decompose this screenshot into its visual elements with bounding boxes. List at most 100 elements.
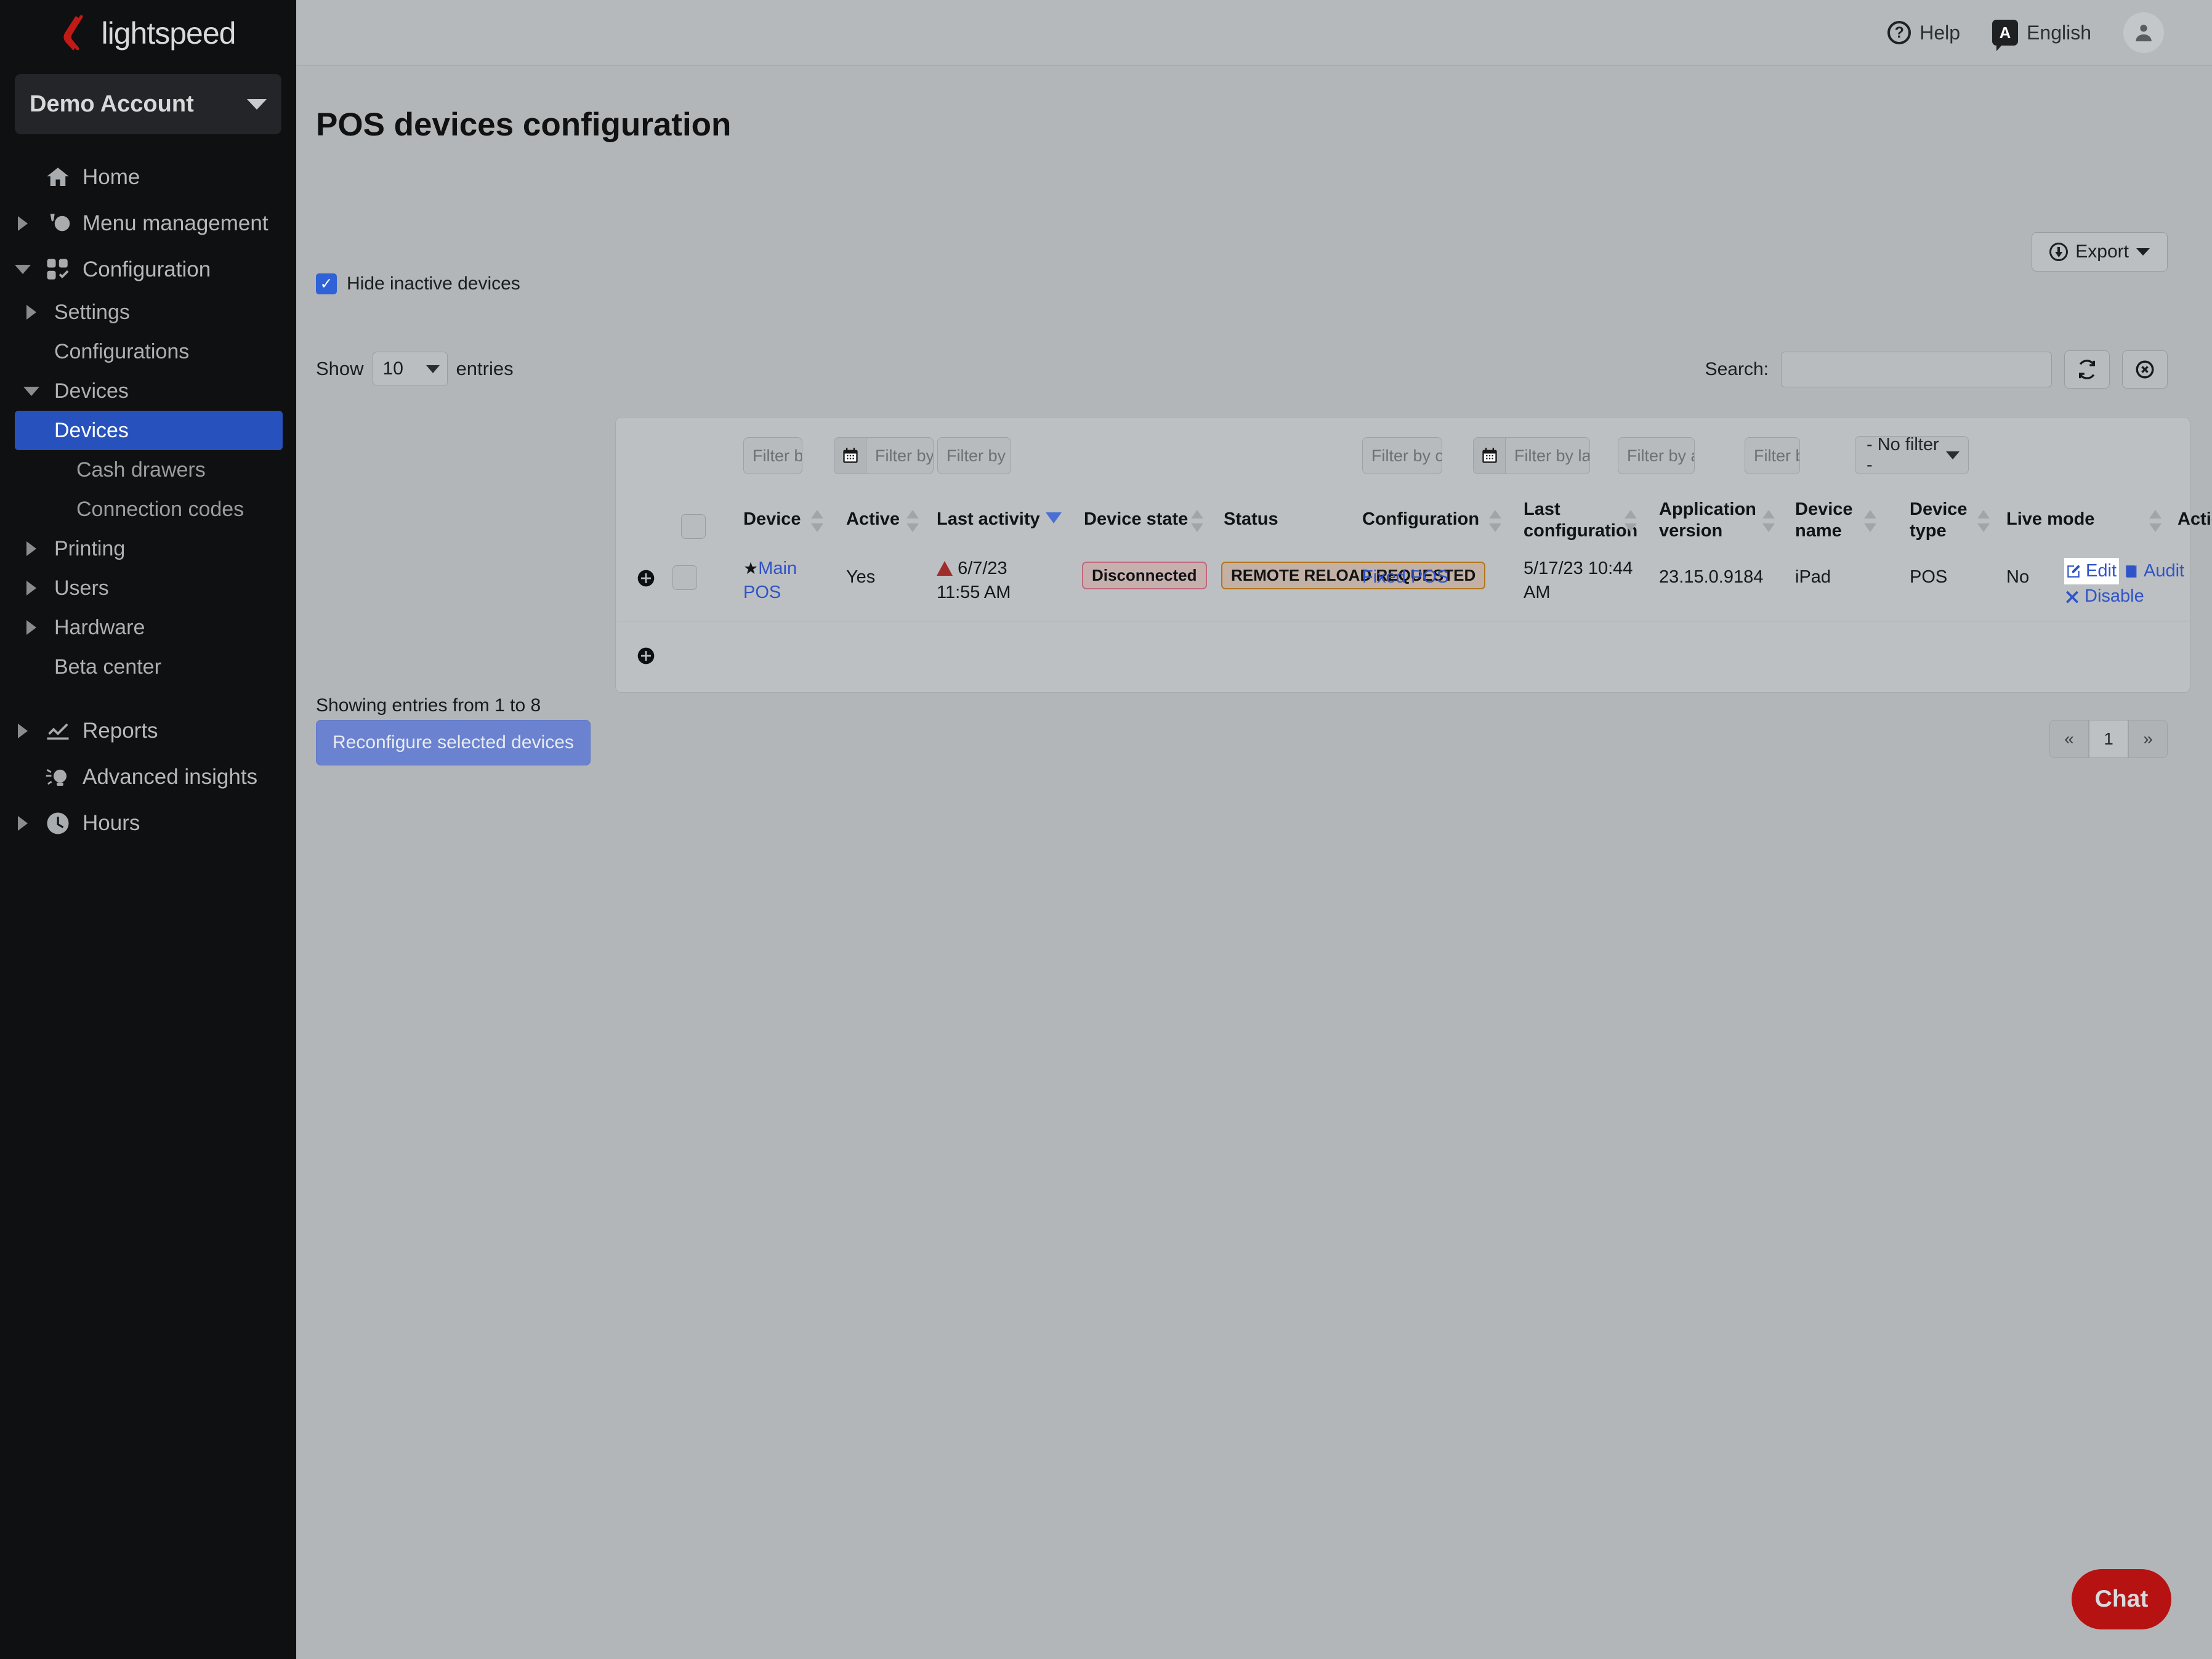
user-avatar-icon[interactable] <box>2123 12 2164 53</box>
filter-device-input[interactable]: Filter by device <box>743 437 802 474</box>
pagination-page-1[interactable]: 1 <box>2089 720 2128 758</box>
reports-icon <box>33 718 83 744</box>
hide-inactive-devices-toggle[interactable]: ✓ Hide inactive devices <box>316 273 520 294</box>
sort-active-icon[interactable] <box>906 510 919 532</box>
chevron-right-icon[interactable] <box>12 723 33 738</box>
sidebar-item-home[interactable]: Home <box>0 154 296 200</box>
column-header-device[interactable]: Device <box>743 509 801 530</box>
filter-last-configuration-input[interactable]: Filter by last configuration <box>1505 437 1590 474</box>
filter-last-configuration-group[interactable]: Filter by last configuration <box>1473 437 1590 474</box>
sidebar-item-cash-drawers[interactable]: Cash drawers <box>0 450 296 490</box>
sidebar-item-configurations[interactable]: Configurations <box>0 332 296 371</box>
sort-live-mode-icon[interactable] <box>2149 510 2162 532</box>
cell-device-name: iPad <box>1795 567 1831 587</box>
refresh-icon <box>2078 360 2096 379</box>
chevron-right-icon[interactable] <box>21 581 42 595</box>
cell-device-state: Disconnected <box>1082 562 1207 589</box>
column-header-last-activity[interactable]: Last activity <box>937 509 1040 530</box>
add-row[interactable] <box>616 621 2190 690</box>
sidebar-item-advanced-insights[interactable]: Advanced insights <box>0 754 296 800</box>
sidebar-item-label: Connection codes <box>76 497 244 521</box>
hide-inactive-checkbox[interactable]: ✓ <box>316 273 337 294</box>
column-header-configuration[interactable]: Configuration <box>1362 509 1479 530</box>
sidebar-item-configuration[interactable]: Configuration <box>0 246 296 293</box>
search-input[interactable] <box>1781 352 2052 387</box>
add-device-icon[interactable] <box>636 645 656 666</box>
sort-device-state-icon[interactable] <box>1191 510 1203 532</box>
chevron-right-icon[interactable] <box>21 305 42 320</box>
chevron-down-icon[interactable] <box>21 386 42 396</box>
sort-device-icon[interactable] <box>811 510 823 532</box>
help-button[interactable]: ? Help <box>1887 21 1960 44</box>
reconfigure-selected-devices-button[interactable]: Reconfigure selected devices <box>316 720 591 765</box>
account-switcher[interactable]: Demo Account <box>15 74 281 134</box>
chevron-right-icon[interactable] <box>12 216 33 231</box>
sidebar-item-connection-codes[interactable]: Connection codes <box>0 490 296 529</box>
chevron-down-icon <box>426 365 440 373</box>
sort-application-version-icon[interactable] <box>1762 510 1775 532</box>
column-header-device-state[interactable]: Device state <box>1084 509 1188 530</box>
sidebar-item-settings[interactable]: Settings <box>0 293 296 332</box>
sidebar-item-menu-management[interactable]: Menu management <box>0 200 296 246</box>
select-all-checkbox[interactable] <box>681 514 706 539</box>
sidebar-item-reports[interactable]: Reports <box>0 708 296 754</box>
brand-logo[interactable]: lightspeed <box>0 0 296 67</box>
column-header-live-mode[interactable]: Live mode <box>2006 509 2094 530</box>
sidebar-item-label: Cash drawers <box>76 458 206 482</box>
chevron-right-icon[interactable] <box>21 541 42 556</box>
sidebar-item-users[interactable]: Users <box>0 568 296 608</box>
sidebar-item-beta-center[interactable]: Beta center <box>0 647 296 687</box>
column-header-last-configuration[interactable]: Last configuration <box>1524 499 1637 542</box>
account-name: Demo Account <box>30 91 194 117</box>
column-header-device-type[interactable]: Device type <box>1910 499 1977 542</box>
column-header-application-version[interactable]: Application version <box>1659 499 1756 542</box>
sort-last-configuration-icon[interactable] <box>1625 510 1637 532</box>
chevron-down-icon[interactable] <box>12 265 33 274</box>
configuration-link[interactable]: Fixed POS <box>1362 567 1448 587</box>
sidebar-item-label: Hardware <box>54 615 145 639</box>
column-header-active[interactable]: Active <box>846 509 900 530</box>
filter-application-version-input[interactable]: Filter by application version <box>1618 437 1695 474</box>
sort-last-activity-icon[interactable] <box>1046 510 1062 532</box>
page-size-select[interactable]: 10 <box>372 352 448 386</box>
sort-device-type-icon[interactable] <box>1977 510 1990 532</box>
filter-device-state-input[interactable]: Filter by device state <box>937 437 1011 474</box>
chevron-down-icon <box>247 99 267 110</box>
chat-button[interactable]: Chat <box>2072 1569 2171 1629</box>
sidebar-item-hours[interactable]: Hours <box>0 800 296 846</box>
edit-action[interactable]: Edit <box>2064 558 2119 585</box>
language-selector[interactable]: A English <box>1992 20 2091 51</box>
export-button[interactable]: Export <box>2032 232 2168 272</box>
column-header-status[interactable]: Status <box>1224 509 1278 530</box>
sidebar-item-devices[interactable]: Devices <box>15 411 283 450</box>
sidebar-item-label: Menu management <box>83 211 268 235</box>
sort-device-name-icon[interactable] <box>1864 510 1876 532</box>
sidebar-item-label: Beta center <box>54 655 161 679</box>
pagination-next[interactable]: » <box>2128 720 2168 758</box>
row-select-checkbox[interactable] <box>672 565 697 590</box>
column-header-device-name[interactable]: Device name <box>1795 499 1863 542</box>
chevron-right-icon[interactable] <box>12 815 33 831</box>
filter-last-activity-group[interactable]: Filter by last activity <box>834 437 934 474</box>
expand-row-icon[interactable] <box>636 568 656 589</box>
filter-last-activity-input[interactable]: Filter by last activity <box>866 437 934 474</box>
filter-device-name-input[interactable]: Filter by device name <box>1745 437 1800 474</box>
sidebar-item-label: Devices <box>54 418 129 442</box>
sort-configuration-icon[interactable] <box>1489 510 1501 532</box>
sidebar-item-printing[interactable]: Printing <box>0 529 296 568</box>
column-filters-row: Filter by device Filter by last activity… <box>616 418 2190 485</box>
sidebar-item-devices-group[interactable]: Devices <box>0 371 296 411</box>
refresh-button[interactable] <box>2064 350 2110 389</box>
chevron-right-icon[interactable] <box>21 620 42 635</box>
filter-configuration-input[interactable]: Filter by configuration <box>1362 437 1442 474</box>
disable-action[interactable]: Disable <box>2085 584 2144 608</box>
sidebar-item-hardware[interactable]: Hardware <box>0 608 296 647</box>
calendar-icon <box>834 437 866 474</box>
filter-live-mode-select[interactable]: - No filter - <box>1855 435 1969 475</box>
cell-device: ★Main POS <box>743 557 814 605</box>
last-configuration-line1: 5/17/23 10:44 <box>1524 559 1633 578</box>
clear-filters-button[interactable] <box>2122 350 2168 389</box>
pagination-prev[interactable]: « <box>2049 720 2089 758</box>
brand-name: lightspeed <box>101 16 236 50</box>
audit-action[interactable]: Audit <box>2144 559 2184 583</box>
